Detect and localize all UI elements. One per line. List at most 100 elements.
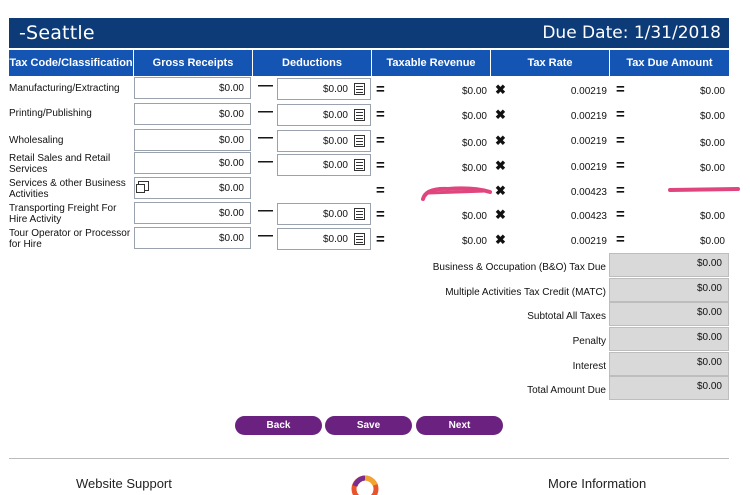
equals-sign: = (376, 157, 385, 174)
times-icon: ✖ (495, 107, 506, 122)
calculator-icon[interactable] (354, 233, 365, 245)
title-bar: -Seattle Due Date: 1/31/2018 (9, 18, 729, 48)
row-label: Retail Sales and Retail Services (9, 153, 111, 175)
subtotal-label: Subtotal All Taxes (527, 311, 606, 322)
equals-sign: = (616, 132, 625, 149)
bo-tax-due-value: $0.00 (609, 253, 729, 277)
gross-receipts-input[interactable]: $0.00 (134, 177, 251, 199)
deduction-value: $0.00 (322, 234, 348, 245)
interest-value: $0.00 (609, 352, 729, 376)
equals-sign: = (616, 231, 625, 248)
equals-sign: = (376, 182, 385, 199)
more-information-link[interactable]: More Information (548, 476, 646, 491)
equals-sign: = (616, 106, 625, 123)
gross-receipts-input[interactable]: $0.00 (134, 103, 251, 125)
column-header-deductions: Deductions (253, 50, 372, 76)
equals-sign: = (376, 132, 385, 149)
deduction-value: $0.00 (322, 209, 348, 220)
notes-icon[interactable] (136, 181, 149, 193)
next-button[interactable]: Next (416, 416, 503, 435)
equals-sign: = (376, 106, 385, 123)
column-header-gross: Gross Receipts (134, 50, 253, 76)
column-header-taxable: Taxable Revenue (372, 50, 491, 76)
city-title: -Seattle (19, 22, 95, 44)
deduction-value: $0.00 (322, 84, 348, 95)
calculator-icon[interactable] (354, 109, 365, 121)
taxable-revenue: $0.00 (461, 163, 487, 174)
gross-receipts-input[interactable]: $0.00 (134, 227, 251, 249)
deductions-input[interactable]: $0.00 (277, 78, 371, 100)
redaction-mark (421, 186, 492, 201)
tax-due-amount: $0.00 (699, 86, 725, 97)
deduction-value: $0.00 (322, 160, 348, 171)
deductions-input[interactable]: $0.00 (277, 130, 371, 152)
footer-divider (9, 458, 729, 459)
deduction-value: $0.00 (322, 136, 348, 147)
redaction-mark (668, 187, 740, 192)
minus-sign: — (258, 153, 273, 170)
taxable-revenue: $0.00 (461, 211, 487, 222)
minus-sign: — (258, 227, 273, 244)
gross-receipts-input[interactable]: $0.00 (134, 152, 251, 174)
row-label: Services & other Business Activities (9, 178, 126, 200)
column-header-rate: Tax Rate (491, 50, 610, 76)
equals-sign: = (376, 231, 385, 248)
total-due-value: $0.00 (609, 376, 729, 400)
gross-receipts-input[interactable]: $0.00 (134, 77, 251, 99)
gross-receipts-input[interactable]: $0.00 (134, 129, 251, 151)
minus-sign: — (258, 77, 273, 94)
subtotal-value: $0.00 (609, 302, 729, 326)
column-header-due: Tax Due Amount (610, 50, 729, 76)
tax-due-amount: $0.00 (699, 138, 725, 149)
equals-sign: = (376, 81, 385, 98)
deductions-input[interactable]: $0.00 (277, 104, 371, 126)
penalty-value: $0.00 (609, 327, 729, 351)
due-date: Due Date: 1/31/2018 (542, 23, 721, 43)
gross-receipts-input[interactable]: $0.00 (134, 202, 251, 224)
tax-due-amount: $0.00 (699, 163, 725, 174)
logo-icon (351, 475, 379, 495)
tax-rate: 0.00219 (570, 162, 607, 173)
tax-rate: 0.00423 (570, 211, 607, 222)
tax-rate: 0.00219 (570, 236, 607, 247)
back-button[interactable]: Back (235, 416, 322, 435)
tax-due-amount: $0.00 (699, 111, 725, 122)
tax-rate: 0.00423 (570, 187, 607, 198)
deductions-input[interactable]: $0.00 (277, 154, 371, 176)
calculator-icon[interactable] (354, 83, 365, 95)
total-due-label: Total Amount Due (527, 385, 606, 396)
interest-label: Interest (572, 361, 606, 372)
taxable-revenue: $0.00 (461, 111, 487, 122)
calculator-icon[interactable] (354, 159, 365, 171)
bo-tax-due-label: Business & Occupation (B&O) Tax Due (432, 262, 606, 273)
row-label: Wholesaling (9, 135, 64, 146)
deductions-input[interactable]: $0.00 (277, 203, 371, 225)
minus-sign: — (258, 129, 273, 146)
equals-sign: = (616, 157, 625, 174)
times-icon: ✖ (495, 232, 506, 247)
calculator-icon[interactable] (354, 135, 365, 147)
taxable-revenue: $0.00 (461, 138, 487, 149)
row-label: Printing/Publishing (9, 108, 92, 119)
row-label: Transporting Freight For Hire Activity (9, 203, 117, 225)
times-icon: ✖ (495, 158, 506, 173)
equals-sign: = (616, 182, 625, 199)
tax-rate: 0.00219 (570, 86, 607, 97)
equals-sign: = (616, 81, 625, 98)
website-support-link[interactable]: Website Support (76, 476, 172, 491)
row-label: Manufacturing/Extracting (9, 83, 120, 94)
minus-sign: — (258, 202, 273, 219)
calculator-icon[interactable] (354, 208, 365, 220)
deductions-input[interactable]: $0.00 (277, 228, 371, 250)
tax-due-amount: $0.00 (699, 236, 725, 247)
tax-rate: 0.00219 (570, 136, 607, 147)
column-header-tax-code: Tax Code/Classification (9, 50, 134, 76)
equals-sign: = (376, 206, 385, 223)
save-button[interactable]: Save (325, 416, 412, 435)
tax-rate: 0.00219 (570, 111, 607, 122)
tax-due-amount: $0.00 (699, 211, 725, 222)
taxable-revenue: $0.00 (461, 236, 487, 247)
taxable-revenue: $0.00 (461, 86, 487, 97)
times-icon: ✖ (495, 133, 506, 148)
row-label: Tour Operator or Processor for Hire (9, 228, 131, 250)
